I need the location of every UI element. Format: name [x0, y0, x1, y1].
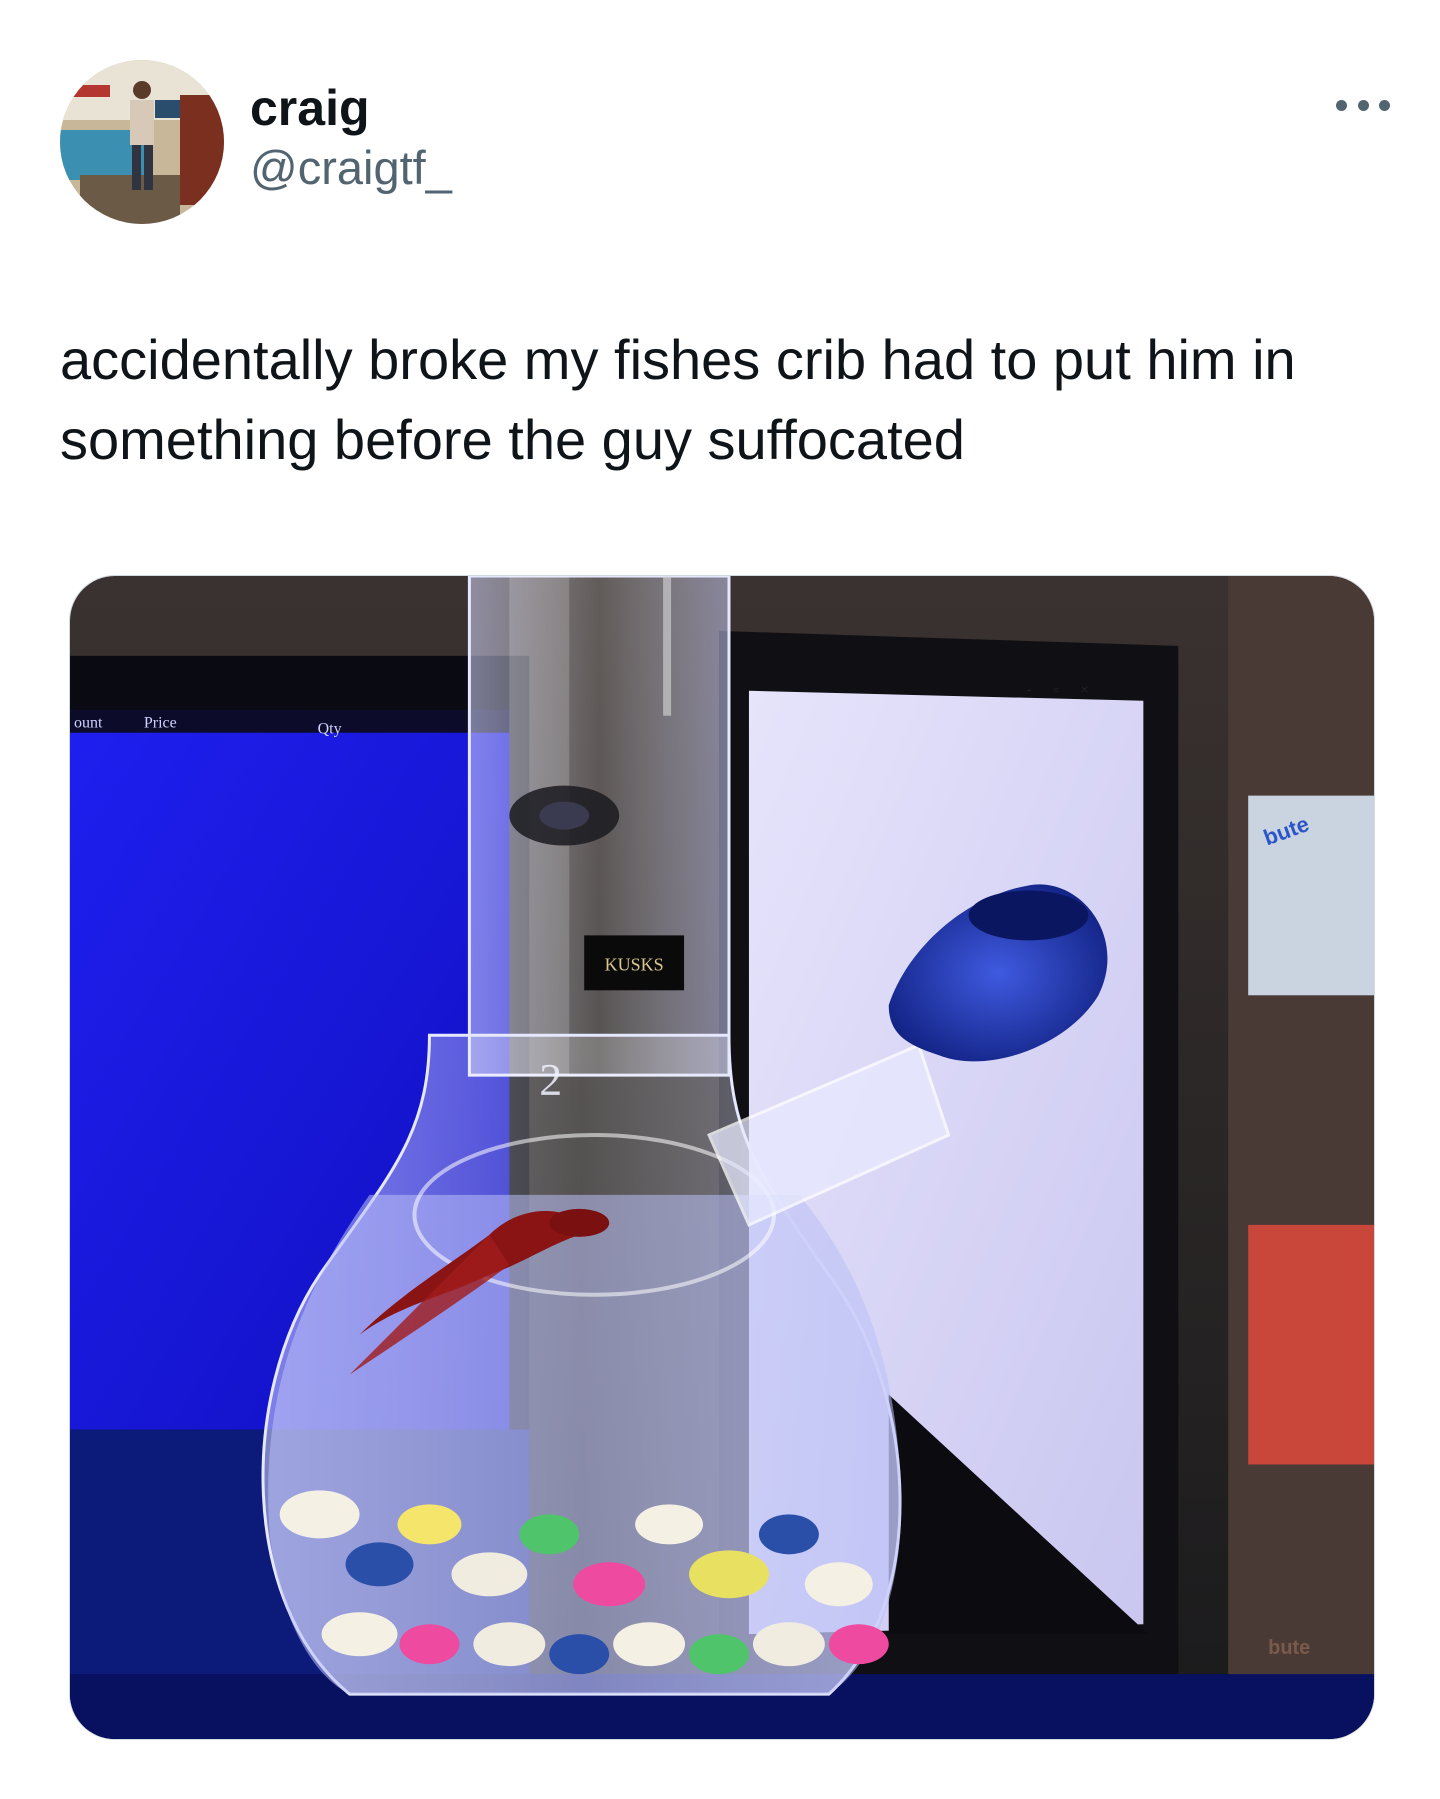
window-minimize: - — [1027, 681, 1032, 697]
more-horizontal-icon-dot — [1357, 99, 1369, 111]
tweet-header: craig @craigtf_ — [60, 60, 1390, 224]
avatar-photo — [60, 60, 224, 224]
more-options-button[interactable] — [1336, 90, 1390, 120]
window-close: × — [1080, 681, 1088, 697]
tweet-card: craig @craigtf_ accidentally broke my fi… — [0, 0, 1440, 1799]
screen-column-price: Price — [144, 715, 177, 732]
window-maximize: ▫ — [1053, 681, 1058, 697]
screen-column-amount: ount — [74, 715, 103, 732]
shelf-label-2: bute — [1268, 1637, 1310, 1659]
display-name[interactable]: craig — [250, 78, 452, 138]
bong-label: KUSKS — [605, 954, 664, 974]
screen-column-qty: Qty — [318, 721, 342, 738]
photo-bong-fishbowl: ount Price Qty - ▫ × bute bute KUSKS — [70, 576, 1374, 1739]
more-horizontal-icon-dot — [1379, 99, 1390, 111]
more-horizontal-icon — [1336, 99, 1347, 111]
tweet-photo[interactable]: ount Price Qty - ▫ × bute bute KUSKS — [69, 575, 1375, 1740]
author-names: craig @craigtf_ — [250, 78, 452, 198]
avatar[interactable] — [60, 60, 224, 224]
user-handle[interactable]: @craigtf_ — [250, 138, 452, 198]
tweet-text: accidentally broke my fishes crib had to… — [60, 328, 1312, 471]
